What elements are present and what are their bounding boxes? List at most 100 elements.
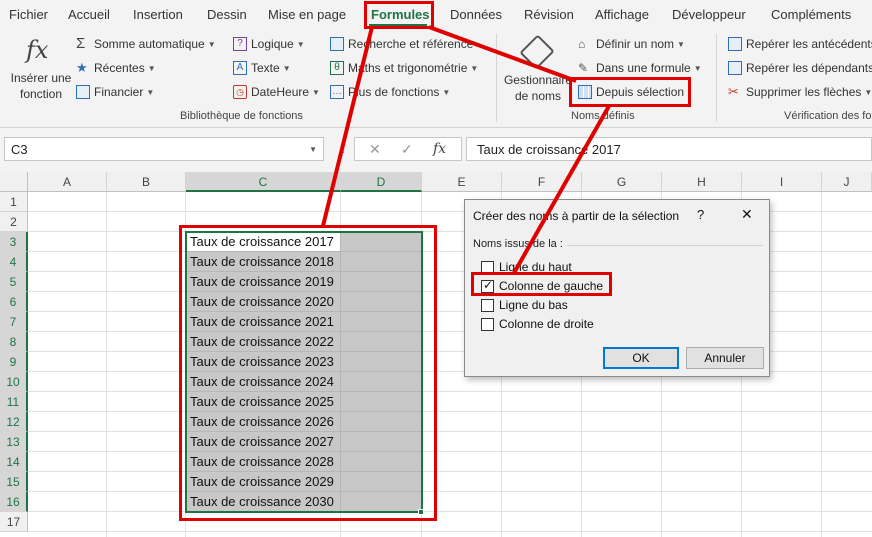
theta-book-icon: θ: [330, 61, 344, 75]
library-group-label: Bibliothèque de fonctions: [180, 110, 303, 122]
column-header-c[interactable]: C: [186, 172, 341, 192]
define-name-button[interactable]: ⌂ Définir un nom ▼: [578, 37, 685, 51]
checkbox-box[interactable]: [481, 298, 494, 312]
annotation-from-selection: [569, 77, 691, 107]
row-header[interactable]: 8: [0, 332, 28, 352]
row-gridline: [28, 491, 872, 492]
tab-affichage[interactable]: Affichage: [595, 7, 649, 22]
cancel-icon[interactable]: ✕: [369, 141, 381, 158]
text-button[interactable]: A Texte ▼: [233, 61, 291, 75]
tag-icon: ⌂: [578, 37, 586, 51]
recent-button[interactable]: ★ Récentes ▼: [76, 60, 156, 76]
name-box-value: C3: [11, 142, 28, 157]
trace-precedents-icon: [728, 37, 742, 51]
row-header[interactable]: 14: [0, 452, 28, 472]
close-icon[interactable]: ✕: [741, 206, 753, 223]
ribbon-tabs: Fichier Accueil Insertion Dessin Mise en…: [0, 0, 872, 30]
trace-dependents-button[interactable]: Repérer les dépendants: [728, 61, 872, 75]
use-in-formula-button[interactable]: ✎ Dans une formule ▼: [578, 61, 702, 75]
select-all-corner[interactable]: [0, 172, 28, 192]
row-gridline: [28, 411, 872, 412]
row-header[interactable]: 3: [0, 232, 28, 252]
trace-precedents-button[interactable]: Repérer les antécédents: [728, 37, 872, 51]
column-gridline: [106, 192, 107, 537]
tab-donnees[interactable]: Données: [450, 7, 502, 22]
use-in-formula-label: Dans une formule: [596, 61, 691, 75]
row-header[interactable]: 15: [0, 472, 28, 492]
row-header[interactable]: 10: [0, 372, 28, 392]
name-box[interactable]: C3 ▼: [4, 137, 324, 161]
logical-button[interactable]: ? Logique ▼: [233, 37, 305, 51]
row-gridline: [28, 451, 872, 452]
row-header[interactable]: 2: [0, 212, 28, 232]
annotation-left-column-option: [471, 272, 612, 296]
tab-developpeur[interactable]: Développeur: [672, 7, 746, 22]
column-header-g[interactable]: G: [582, 172, 662, 192]
row-header[interactable]: 9: [0, 352, 28, 372]
column-header-b[interactable]: B: [107, 172, 186, 192]
fx-icon[interactable]: fx: [433, 141, 446, 157]
more-book-icon: …: [330, 85, 344, 99]
tab-accueil[interactable]: Accueil: [68, 7, 110, 22]
tab-revision[interactable]: Révision: [524, 7, 574, 22]
more-functions-label: Plus de fonctions: [348, 85, 440, 99]
row-header[interactable]: 13: [0, 432, 28, 452]
trace-precedents-label: Repérer les antécédents: [746, 37, 872, 51]
row-header[interactable]: 12: [0, 412, 28, 432]
annotation-formules-tab: [364, 1, 434, 29]
datetime-label: DateHeure: [251, 85, 310, 99]
row-gridline: [28, 471, 872, 472]
checkbox-box[interactable]: [481, 317, 494, 331]
names-group-label: Noms définis: [571, 110, 635, 122]
formula-bar-grip-icon: ⋮: [338, 143, 349, 155]
remove-arrows-label: Supprimer les flèches: [746, 85, 862, 99]
row-header[interactable]: 1: [0, 192, 28, 212]
cancel-button[interactable]: Annuler: [686, 347, 764, 369]
question-book-icon: ?: [233, 37, 247, 51]
help-icon[interactable]: ?: [697, 207, 704, 222]
financial-button[interactable]: Financier ▼: [76, 85, 154, 99]
tab-complements[interactable]: Compléments: [771, 7, 851, 22]
checkbox-right-column[interactable]: Colonne de droite: [481, 317, 594, 331]
star-icon: ★: [76, 60, 88, 75]
row-header[interactable]: 17: [0, 512, 28, 532]
tab-dessin[interactable]: Dessin: [207, 7, 247, 22]
tab-fichier[interactable]: Fichier: [9, 7, 48, 22]
row-header[interactable]: 11: [0, 392, 28, 412]
row-header[interactable]: 7: [0, 312, 28, 332]
autosum-label: Somme automatique: [94, 37, 205, 51]
name-manager-button[interactable]: Gestionnaire de noms: [502, 34, 572, 106]
row-header[interactable]: 16: [0, 492, 28, 512]
remove-arrows-button[interactable]: ✂ Supprimer les flèches ▼: [728, 85, 872, 100]
tab-insertion[interactable]: Insertion: [133, 7, 183, 22]
column-header-f[interactable]: F: [502, 172, 582, 192]
ok-button[interactable]: OK: [603, 347, 679, 369]
datetime-button[interactable]: ◷ DateHeure ▼: [233, 85, 320, 99]
annotation-selected-range: [179, 225, 437, 521]
row-header[interactable]: 4: [0, 252, 28, 272]
row-gridline: [28, 531, 872, 532]
column-header-a[interactable]: A: [28, 172, 107, 192]
row-header[interactable]: 6: [0, 292, 28, 312]
lookup-label: Recherche et référence: [348, 37, 474, 51]
autosum-button[interactable]: Σ Somme automatique ▼: [76, 36, 216, 51]
checkbox-bottom-row[interactable]: Ligne du bas: [481, 298, 568, 312]
column-header-d[interactable]: D: [341, 172, 422, 192]
math-button[interactable]: θ Maths et trigonométrie ▼: [330, 61, 478, 75]
column-header-h[interactable]: H: [662, 172, 742, 192]
ribbon: fx Insérer une fonction Σ Somme automati…: [0, 30, 872, 128]
more-functions-button[interactable]: … Plus de fonctions ▼: [330, 85, 450, 99]
column-header-e[interactable]: E: [422, 172, 502, 192]
check-icon[interactable]: ✓: [401, 141, 413, 158]
tab-mise-en-page[interactable]: Mise en page: [268, 7, 346, 22]
insert-function-button[interactable]: fx Insérer une fonction: [4, 32, 72, 104]
chevron-down-icon[interactable]: ▼: [309, 145, 317, 154]
define-name-label: Définir un nom: [596, 37, 675, 51]
row-header[interactable]: 5: [0, 272, 28, 292]
name-tag-icon: [519, 34, 555, 70]
lookup-button[interactable]: Recherche et référence: [330, 37, 473, 51]
column-header-j[interactable]: J: [822, 172, 872, 192]
formula-input[interactable]: Taux de croissance 2017: [466, 137, 872, 161]
trace-dependents-icon: [728, 61, 742, 75]
column-header-i[interactable]: I: [742, 172, 822, 192]
